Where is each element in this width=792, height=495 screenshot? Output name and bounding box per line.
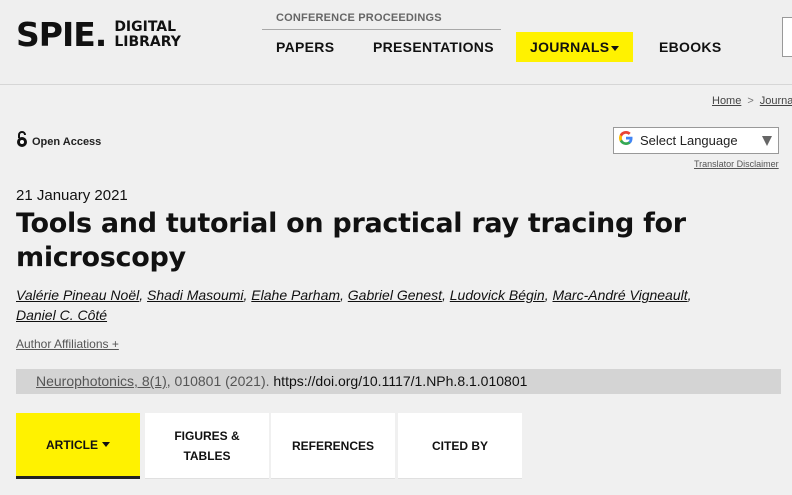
google-g-icon (618, 130, 634, 151)
journal-link[interactable]: Neurophotonics, 8(1) (36, 373, 167, 389)
translator-disclaimer-link[interactable]: Translator Disclaimer (694, 159, 779, 169)
tab-cited-by[interactable]: CITED BY (398, 413, 522, 479)
site-header: SPIE. DIGITAL LIBRARY CONFERENCE PROCEED… (0, 0, 792, 85)
conference-proceedings-label: CONFERENCE PROCEEDINGS (276, 12, 442, 24)
breadcrumb-home[interactable]: Home (712, 95, 741, 107)
breadcrumb-journals[interactable]: Journals (760, 95, 792, 107)
citation-bar: Neurophotonics, 8(1), 010801 (2021). htt… (16, 369, 781, 394)
author-link[interactable]: Valérie Pineau Noël (16, 287, 139, 303)
author-list: Valérie Pineau Noël, Shadi Masoumi, Elah… (16, 287, 692, 323)
spie-logo[interactable]: SPIE. DIGITAL LIBRARY (16, 18, 181, 51)
chevron-down-icon (611, 45, 620, 51)
publication-date: 21 January 2021 (16, 187, 128, 204)
chevron-down-icon (102, 442, 110, 447)
tab-figures-tables-label: FIGURES & TABLES (174, 426, 239, 466)
dropdown-arrow-icon (762, 136, 772, 146)
author-link[interactable]: Shadi Masoumi (147, 287, 244, 303)
search-input[interactable] (782, 17, 792, 57)
logo-wordmark: SPIE. (16, 15, 107, 54)
nav-presentations[interactable]: PRESENTATIONS (359, 32, 508, 62)
conference-divider (262, 29, 501, 30)
open-access-lock-icon (16, 130, 28, 153)
author-link[interactable]: Ludovick Bégin (450, 287, 545, 303)
tab-references[interactable]: REFERENCES (271, 413, 395, 479)
logo-sub-line-2: LIBRARY (114, 33, 181, 50)
doi-text: https://doi.org/10.1117/1.NPh.8.1.010801 (273, 373, 528, 389)
logo-subtitle: DIGITAL LIBRARY (114, 18, 181, 50)
nav-ebooks[interactable]: EBOOKS (645, 32, 735, 62)
author-link[interactable]: Gabriel Genest (348, 287, 442, 303)
tab-figures-line-1: FIGURES & (174, 428, 240, 443)
article-title: Tools and tutorial on practical ray trac… (16, 208, 686, 273)
open-access-badge: Open Access (16, 130, 101, 153)
tab-figures-tables[interactable]: FIGURES & TABLES (145, 413, 269, 479)
breadcrumb-separator: > (747, 95, 754, 107)
nav-papers[interactable]: PAPERS (262, 32, 348, 62)
citation-details: , 010801 (2021). (166, 373, 274, 389)
language-select[interactable]: Select Language (613, 127, 779, 154)
tab-article-label: ARTICLE (46, 437, 98, 452)
nav-journals-label: JOURNALS (530, 39, 610, 55)
author-link[interactable]: Marc-André Vigneault (552, 287, 687, 303)
breadcrumb: Home > Journals (712, 95, 792, 107)
author-affiliations-toggle[interactable]: Author Affiliations + (16, 337, 119, 351)
logo-sub-line-1: DIGITAL (114, 18, 177, 35)
nav-journals[interactable]: JOURNALS (516, 32, 634, 62)
tab-figures-line-2: TABLES (183, 448, 231, 463)
open-access-label: Open Access (32, 135, 102, 148)
author-link[interactable]: Daniel C. Côté (16, 307, 107, 323)
tab-article[interactable]: ARTICLE (16, 413, 140, 479)
language-select-label: Select Language (640, 133, 738, 148)
author-link[interactable]: Elahe Parham (251, 287, 340, 303)
